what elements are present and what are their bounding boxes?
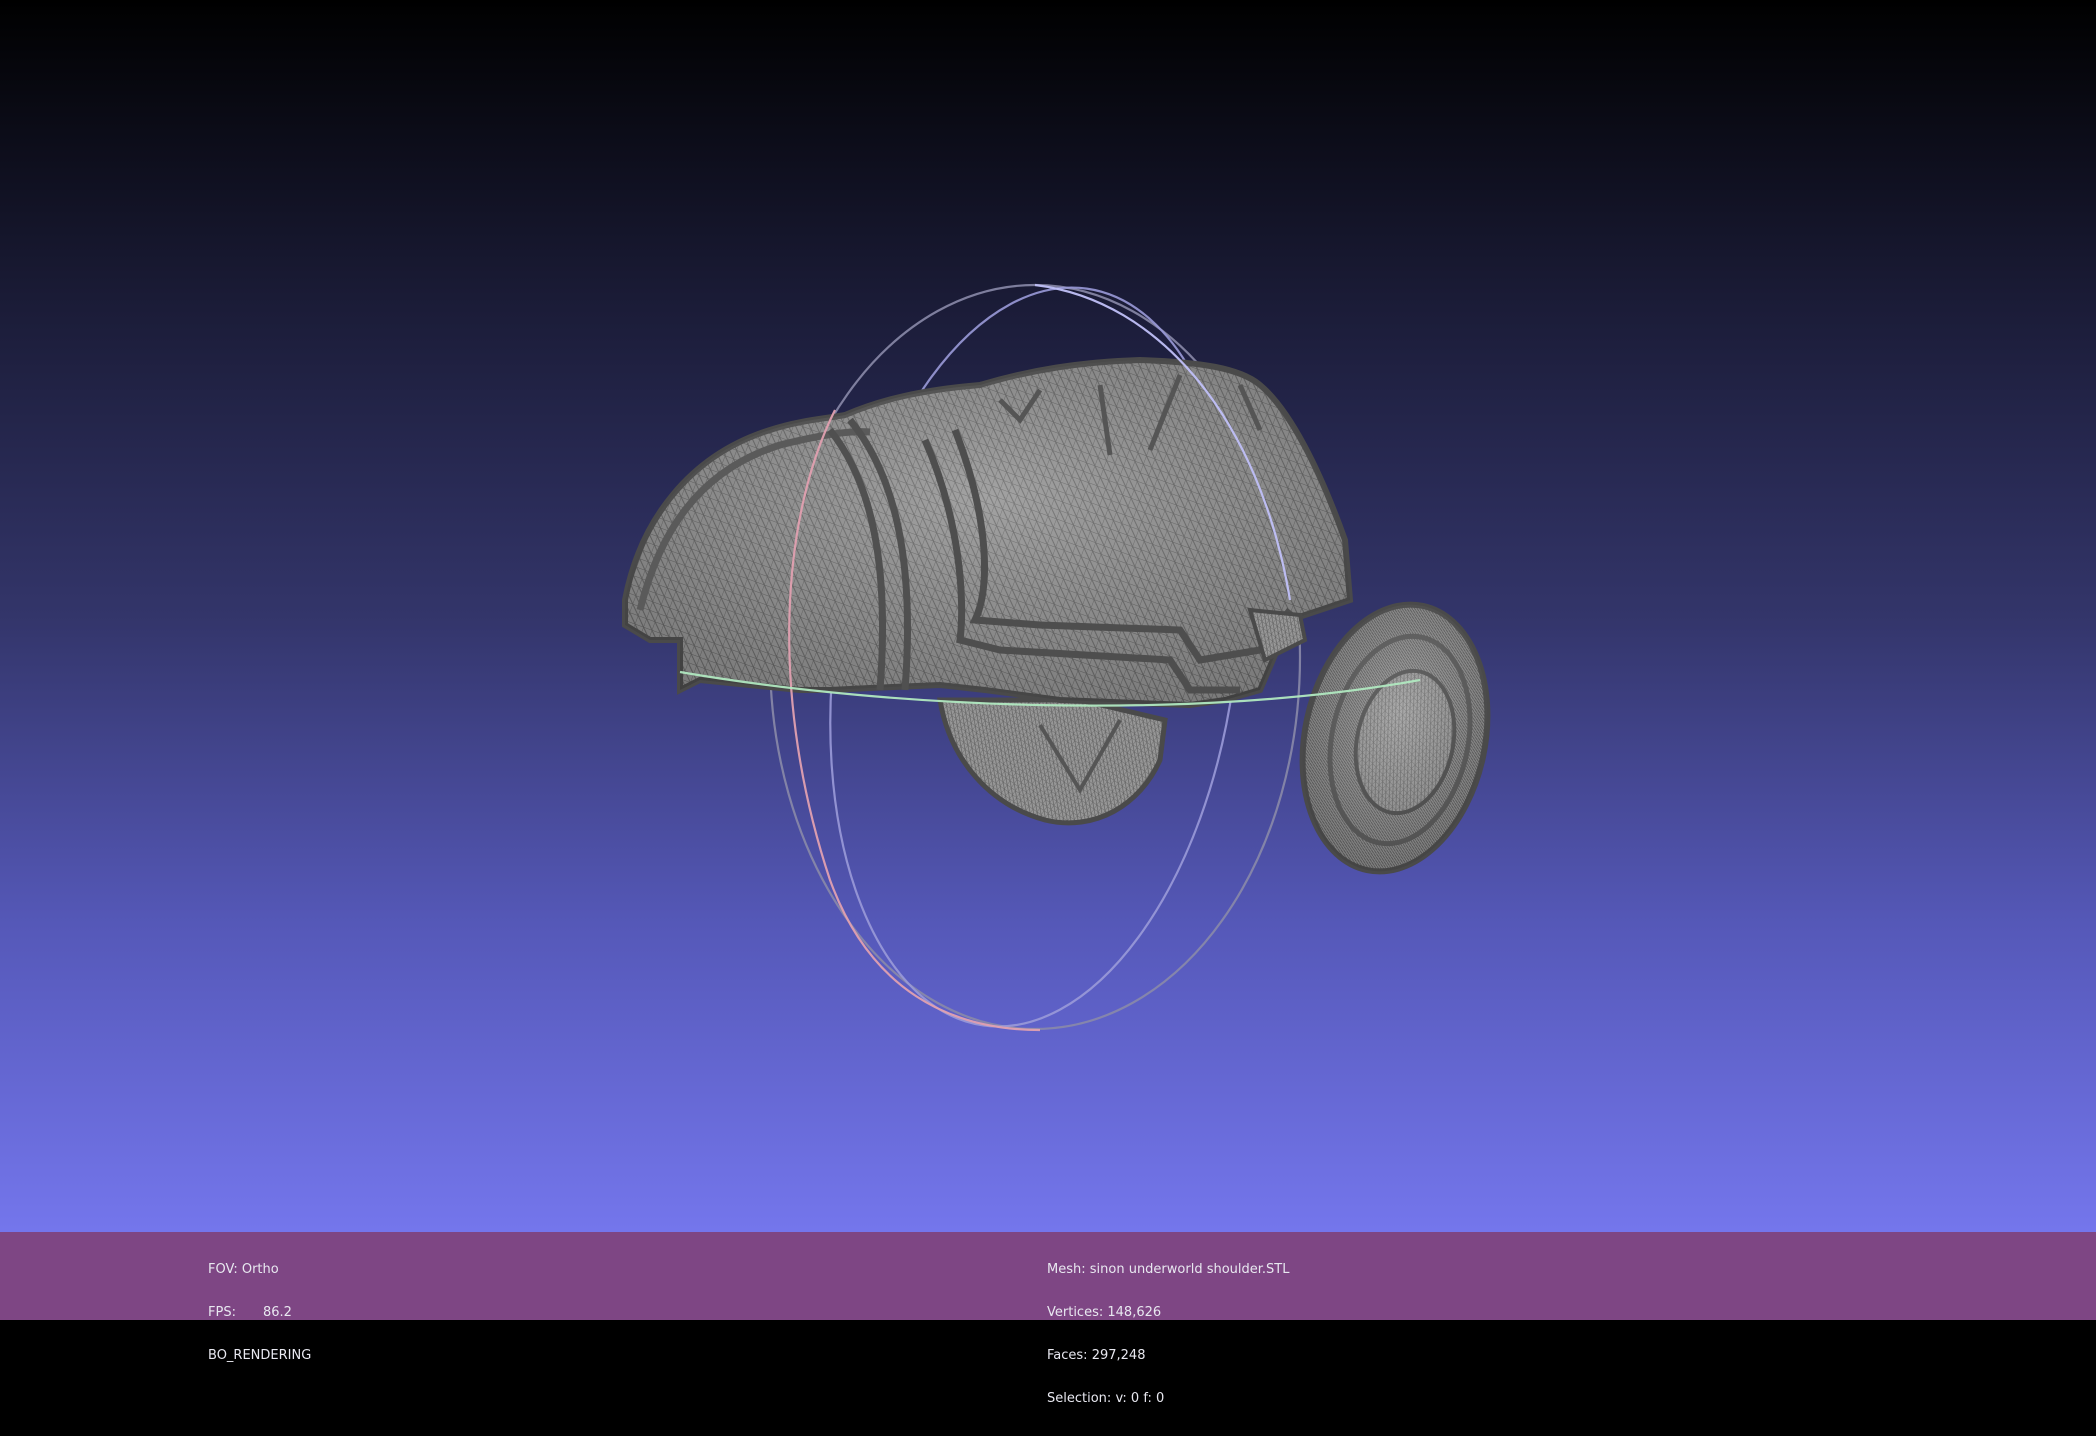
- faces-value: 297,248: [1091, 1348, 1146, 1364]
- selection-label: Selection:: [1047, 1391, 1112, 1407]
- fps-row: FPS: 86.2: [208, 1305, 311, 1321]
- faces-row: Faces: 297,248: [1047, 1349, 1290, 1363]
- mesh-model[interactable]: [622, 356, 1511, 889]
- 3d-viewport[interactable]: [0, 0, 2096, 1232]
- mesh-label: Mesh:: [1047, 1261, 1086, 1277]
- fov-value: Ortho: [241, 1261, 279, 1277]
- mesh-scene[interactable]: [0, 0, 2096, 1232]
- render-mode: BO_RENDERING: [208, 1348, 312, 1364]
- selection-value: v: 0 f: 0: [1115, 1391, 1165, 1407]
- fps-value: 86.2: [263, 1305, 292, 1321]
- vertices-row: Vertices: 148,626: [1047, 1305, 1290, 1321]
- selection-row: Selection: v: 0 f: 0: [1047, 1392, 1290, 1406]
- fps-label: FPS:: [208, 1305, 236, 1321]
- vertices-label: Vertices:: [1047, 1305, 1104, 1321]
- faces-label: Faces:: [1047, 1348, 1088, 1364]
- vertices-value: 148,626: [1107, 1305, 1162, 1321]
- status-bar: FOV: Ortho FPS: 86.2 BO_RENDERING Mesh: s…: [0, 1232, 2096, 1406]
- mesh-row: Mesh: sinon underworld shoulder.STL: [1047, 1261, 1290, 1277]
- fov-label: FOV:: [208, 1261, 238, 1277]
- mesh-name: sinon underworld shoulder.STL: [1089, 1261, 1290, 1277]
- mesh-info: Mesh: sinon underworld shoulder.STL Vert…: [1047, 1234, 1290, 1436]
- view-info: FOV: Ortho FPS: 86.2 BO_RENDERING: [208, 1234, 311, 1392]
- mesh-lower-fin: [937, 697, 1168, 826]
- fov-row: FOV: Ortho: [208, 1261, 311, 1277]
